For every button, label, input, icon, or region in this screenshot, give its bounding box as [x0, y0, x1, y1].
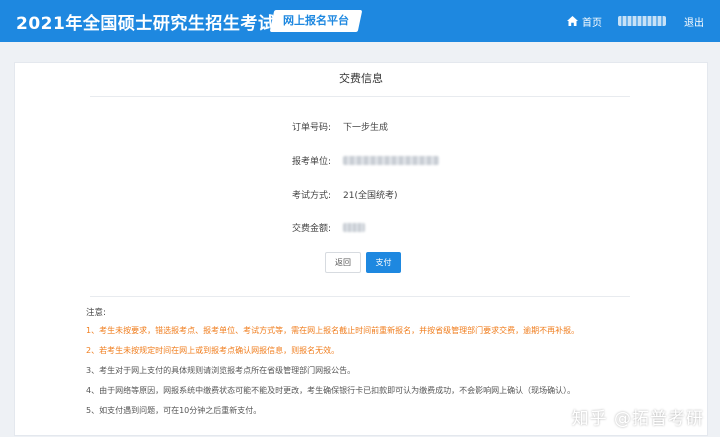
note-item-3: 3、考生对于网上支付的具体规则请浏览报考点所在省级管理部门网报公告。: [86, 366, 356, 375]
field-order-number: 订单号码: 下一步生成: [15, 120, 707, 134]
exam-method-label: 考试方式:: [291, 191, 331, 201]
back-button[interactable]: 返回: [325, 252, 361, 273]
note-item-5: 5、如支付遇到问题，可在10分钟之后重新支付。: [86, 406, 262, 415]
fee-amount-label: 交费金额:: [291, 224, 331, 234]
platform-tag-label: 网上报名平台: [283, 14, 349, 27]
field-exam-method: 考试方式: 21(全国统考): [15, 188, 707, 202]
order-number-value: 下一步生成: [343, 123, 389, 133]
home-icon: [567, 16, 578, 26]
username-masked: [618, 16, 666, 26]
platform-tag: 网上报名平台: [269, 10, 363, 32]
notes-divider: [90, 296, 630, 297]
fee-amount-value-masked: [343, 223, 365, 232]
apply-unit-label: 报考单位:: [291, 157, 331, 167]
pay-button[interactable]: 支付: [366, 252, 401, 273]
note-item-4: 4、由于网络等原因，网报系统中缴费状态可能不能及时更改，考生确保银行卡已扣款即可…: [86, 386, 576, 395]
notes-title: 注意:: [86, 308, 106, 318]
nav-home-label: 首页: [582, 17, 602, 29]
logout-link[interactable]: 退出: [684, 14, 704, 29]
field-apply-unit: 报考单位:: [15, 154, 707, 168]
order-number-label: 订单号码:: [291, 123, 331, 133]
title-divider: [90, 96, 630, 97]
apply-unit-value-masked: [343, 156, 439, 165]
payment-info-card: 交费信息 订单号码: 下一步生成 报考单位: 考试方式: 21(全国统考) 交费…: [14, 62, 708, 436]
watermark: 知乎 @拓普考研: [571, 409, 704, 429]
site-title: 2021年全国硕士研究生招生考试: [16, 14, 276, 34]
exam-method-value: 21(全国统考): [343, 191, 398, 201]
top-header: 2021年全国硕士研究生招生考试 网上报名平台 首页 退出: [0, 0, 720, 42]
note-item-1: 1、考生未按要求，错选报考点、报考单位、考试方式等，需在网上报名截止时间前重新报…: [86, 326, 580, 335]
card-title: 交费信息: [339, 72, 383, 85]
nav-home-link[interactable]: 首页: [567, 14, 602, 29]
field-fee-amount: 交费金额:: [15, 221, 707, 235]
note-item-2: 2、若考生未按规定时间在网上或到报考点确认网报信息，则报名无效。: [86, 346, 340, 355]
